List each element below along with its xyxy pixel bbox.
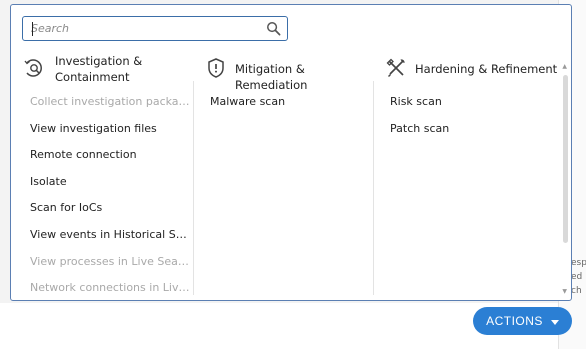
column-divider <box>373 81 374 295</box>
column-items: Risk scan Patch scan <box>390 89 449 142</box>
menu-item-view-investigation-files[interactable]: View investigation files <box>30 116 190 143</box>
menu-item-risk-scan[interactable]: Risk scan <box>390 89 449 116</box>
background-text-fragment: esp <box>571 258 586 268</box>
column-hardening-refinement: Hardening & Refinement Risk scan Patch s… <box>385 53 565 135</box>
search-field[interactable] <box>22 16 288 41</box>
tools-icon <box>386 58 405 77</box>
column-items: Collect investigation package View inves… <box>30 89 190 302</box>
menu-item-isolate[interactable]: Isolate <box>30 169 190 196</box>
actions-button-label: ACTIONS <box>486 314 543 328</box>
column-investigation-containment: Investigation & Containment Collect inve… <box>23 53 194 294</box>
menu-item-malware-scan[interactable]: Malware scan <box>210 89 285 116</box>
scrollbar[interactable] <box>563 71 568 297</box>
menu-item-collect-investigation-package: Collect investigation package <box>30 95 190 108</box>
scroll-down-arrow-icon[interactable]: ▼ <box>562 288 567 295</box>
column-header: Hardening & Refinement <box>385 53 565 89</box>
menu-item-remote-connection[interactable]: Remote connection <box>30 142 190 169</box>
background-text-fragment: ch <box>571 286 582 296</box>
column-title: Investigation & Containment <box>55 54 143 84</box>
column-header: Mitigation & Remediation <box>205 53 375 92</box>
actions-dropdown-panel: Investigation & Containment Collect inve… <box>10 4 572 301</box>
menu-item-view-events-historical-search[interactable]: View events in Historical Search <box>30 222 190 249</box>
investigation-icon <box>24 59 42 77</box>
shield-alert-icon <box>208 58 224 78</box>
scrollbar-thumb[interactable] <box>563 75 568 243</box>
background-text-fragment: ed <box>571 272 583 282</box>
scroll-up-arrow-icon[interactable]: ▲ <box>562 63 567 70</box>
column-divider <box>193 81 194 295</box>
text-cursor <box>32 22 33 36</box>
menu-item-view-processes-live-search: View processes in Live Search <box>30 254 190 268</box>
search-input[interactable] <box>31 17 259 40</box>
chevron-down-icon <box>550 319 559 325</box>
menu-item-patch-scan[interactable]: Patch scan <box>390 116 449 143</box>
actions-button[interactable]: ACTIONS <box>473 307 572 335</box>
column-header: Investigation & Containment <box>23 53 194 89</box>
menu-item-network-connections-live-search: Network connections in Live Search <box>30 281 190 295</box>
column-title: Hardening & Refinement <box>415 62 558 76</box>
search-icon[interactable] <box>266 21 281 36</box>
column-items: Malware scan <box>210 89 285 116</box>
menu-item-scan-for-iocs[interactable]: Scan for IoCs <box>30 195 190 222</box>
column-mitigation-remediation: Mitigation & Remediation Malware scan <box>205 53 375 108</box>
